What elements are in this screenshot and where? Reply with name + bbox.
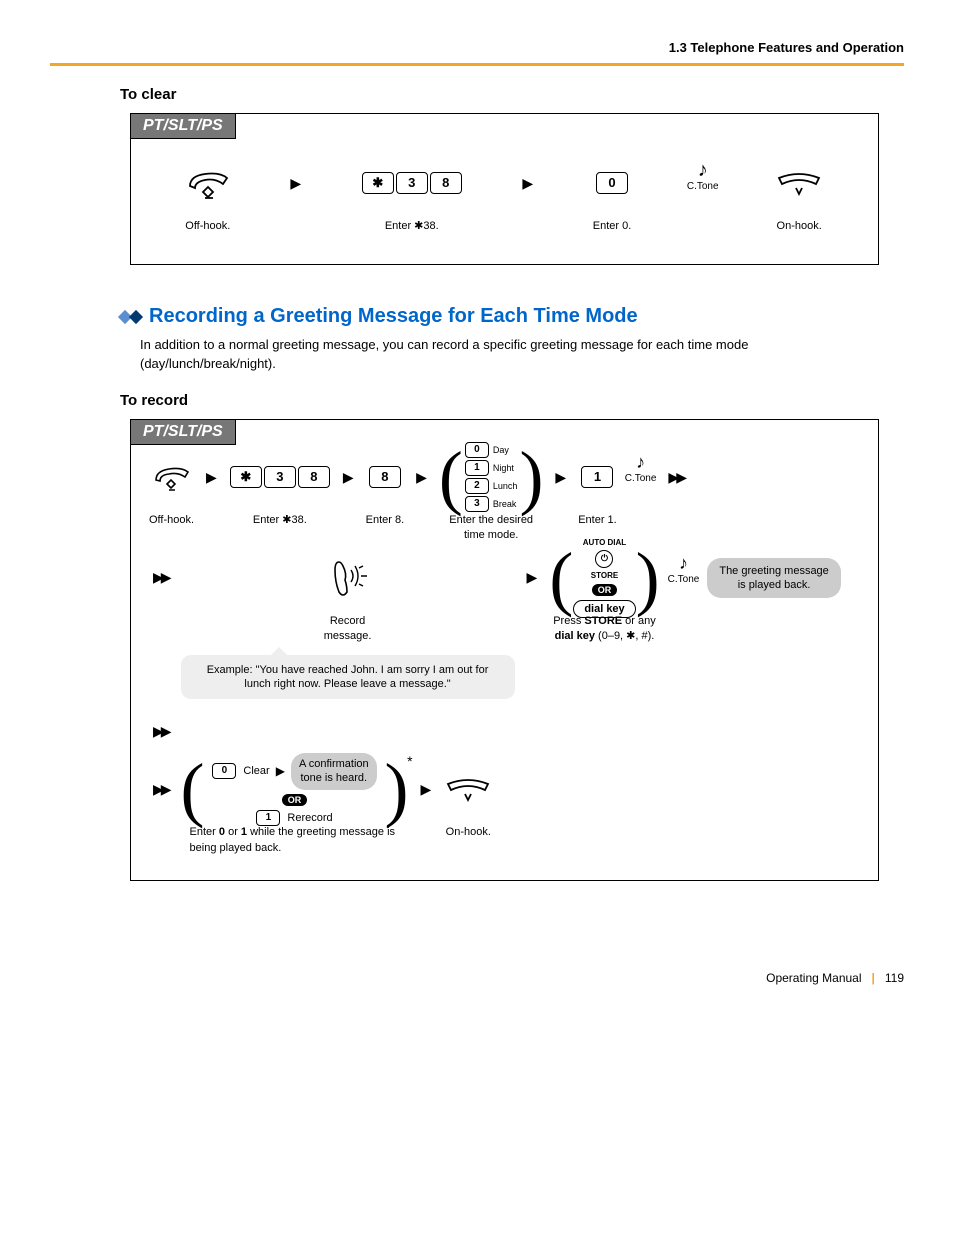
step-ctone: ♪ C.Tone	[668, 554, 700, 602]
arrow-icon: ▶	[339, 453, 358, 501]
step-store-dial: ( AUTO DIAL ⏻ STORE OR dial key ) Press …	[549, 554, 659, 645]
step-ctone: ♪ C.Tone	[625, 453, 657, 528]
arrow-icon: ▶	[412, 453, 431, 501]
divider	[50, 63, 904, 66]
panel-tab: PT/SLT/PS	[131, 114, 236, 139]
dbl-arrow-icon: ▶▶	[149, 554, 173, 602]
subhead-to-clear: To clear	[120, 86, 904, 103]
step-offhook: Off-hook.	[185, 159, 231, 234]
step-onhook: On-hook.	[774, 159, 824, 234]
step-enter-0: 0 Enter 0.	[593, 159, 632, 234]
step-onhook: On-hook.	[443, 765, 493, 840]
dbl-arrow-icon: ▶▶	[149, 765, 173, 813]
example-speech: Example: "You have reached John. I am so…	[181, 655, 515, 700]
section-title: Recording a Greeting Message for Each Ti…	[120, 305, 904, 328]
step-enter-1: 1 Enter 1.	[578, 453, 617, 528]
diamond-icon	[120, 312, 141, 322]
step-clear-rerecord: * ( 0 Clear ▶ A confirmationtone is hear…	[181, 765, 409, 856]
panel-to-record: PT/SLT/PS Off-hook. ▶ ✱ 3 8 Enter ✱38. ▶	[130, 419, 879, 881]
arrow-icon: ▶	[523, 554, 542, 602]
step-enter-38: ✱ 3 8 Enter ✱38.	[361, 159, 463, 234]
step-time-mode: ( 0Day 1Night 2Lunch 3Break ) Enter the …	[439, 453, 544, 544]
arrow-icon: ▶	[518, 159, 537, 207]
speaking-icon	[325, 556, 371, 600]
step-offhook: Off-hook.	[149, 453, 194, 528]
onhook-icon	[774, 168, 824, 198]
subhead-to-record: To record	[120, 392, 904, 409]
arrow-icon: ▶	[202, 453, 221, 501]
panel-tab: PT/SLT/PS	[131, 420, 236, 445]
dbl-arrow-icon: ▶▶	[149, 707, 173, 755]
step-enter-38: ✱ 3 8 Enter ✱38.	[229, 453, 331, 528]
arrow-icon: ▶	[551, 453, 570, 501]
onhook-icon	[443, 774, 493, 804]
offhook-icon	[152, 462, 192, 492]
dbl-arrow-icon: ▶▶	[664, 453, 688, 501]
step-playback-pill: The greeting message is played back.	[707, 554, 840, 602]
footer: Operating Manual | 119	[0, 971, 904, 985]
arrow-icon: ▶	[417, 765, 436, 813]
arrow-icon: ▶	[286, 159, 305, 207]
breadcrumb: 1.3 Telephone Features and Operation	[50, 40, 904, 55]
step-enter-8: 8 Enter 8.	[366, 453, 405, 528]
auto-dial-button: AUTO DIAL ⏻ STORE	[583, 538, 626, 580]
step-ctone: ♪ C.Tone	[687, 159, 719, 234]
panel-to-clear: PT/SLT/PS Off-hook. ▶ ✱ 3 8 Enter ✱38. ▶	[130, 113, 879, 265]
section-body: In addition to a normal greeting message…	[140, 336, 879, 374]
step-record: Record message. Example: "You have reach…	[181, 554, 515, 699]
offhook-icon	[185, 166, 231, 200]
